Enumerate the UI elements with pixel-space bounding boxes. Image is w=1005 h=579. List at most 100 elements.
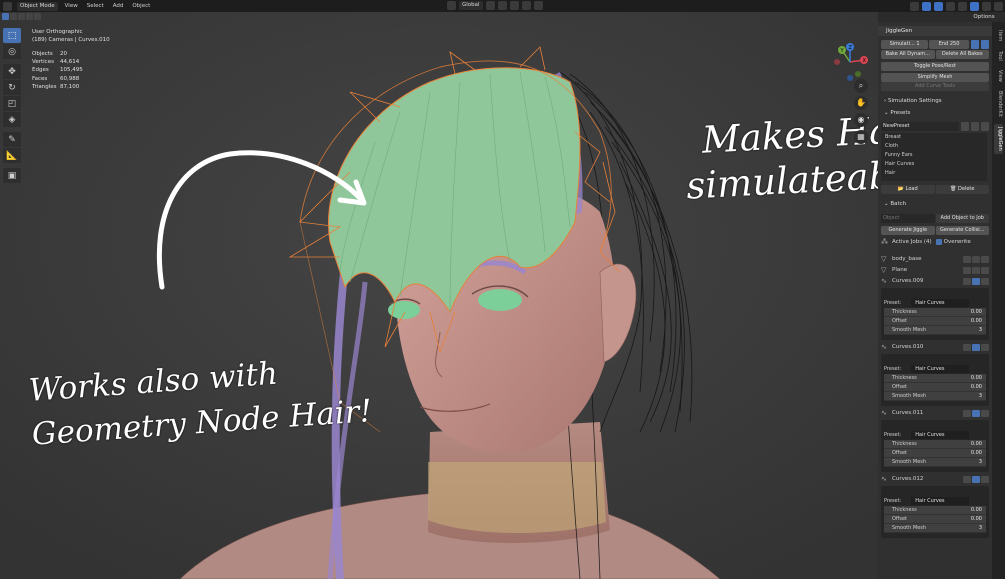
job-header-curves-010[interactable]: ∿ Curves.010 xyxy=(881,342,989,352)
close-icon[interactable] xyxy=(981,255,989,263)
expand-icon[interactable] xyxy=(972,343,980,351)
batch-header[interactable]: ⌄ Batch xyxy=(884,201,906,207)
overlay-toggle-icon[interactable] xyxy=(934,1,943,11)
bake-all-button[interactable]: Bake All Dynam... xyxy=(881,50,935,59)
visibility-icon[interactable] xyxy=(910,1,919,11)
material-shading-icon[interactable] xyxy=(982,1,991,11)
close-icon[interactable] xyxy=(981,409,989,417)
play-icon[interactable] xyxy=(972,266,980,274)
tab-tool[interactable]: Tool xyxy=(994,48,1003,64)
generate-jiggle-button[interactable]: Generate Jiggle xyxy=(881,226,935,235)
simulation-start-field[interactable]: Simulati... 1 xyxy=(881,40,929,49)
options-button[interactable]: Options xyxy=(968,12,1000,22)
eye-icon[interactable] xyxy=(963,409,971,417)
measure-icon[interactable]: 📐 xyxy=(3,148,21,163)
tab-blenderkit[interactable]: BlenderKit xyxy=(994,88,1003,120)
job-header-curves-009[interactable]: ∿ Curves.009 xyxy=(881,276,989,286)
delete-all-bakes-button[interactable]: Delete All Bakes xyxy=(935,50,989,59)
rotate-icon[interactable]: ↻ xyxy=(3,80,21,95)
select-new-icon[interactable] xyxy=(2,13,9,20)
enable-icon[interactable] xyxy=(963,266,971,274)
snap-target-icon[interactable] xyxy=(509,1,519,10)
menu-select[interactable]: Select xyxy=(85,3,106,9)
camera-icon[interactable]: ◉ xyxy=(854,113,868,127)
offset-field[interactable]: Offset 0.00 xyxy=(884,449,986,458)
camera-cache-icon[interactable] xyxy=(981,40,989,49)
list-item[interactable]: Breast xyxy=(881,133,987,142)
refresh-icon[interactable] xyxy=(961,122,969,131)
expand-icon[interactable] xyxy=(972,409,980,417)
grid-perspective-icon[interactable]: ▦ xyxy=(854,130,868,144)
expand-icon[interactable] xyxy=(972,277,980,285)
zoom-icon[interactable]: ⌕ xyxy=(854,79,868,93)
preset-select[interactable]: Hair Curves xyxy=(911,365,970,373)
overwrite-checkbox[interactable] xyxy=(935,239,942,245)
generate-collision-button[interactable]: Generate Collisi... xyxy=(935,226,989,235)
save-icon[interactable] xyxy=(981,122,989,131)
presets-list[interactable]: Breast Cloth Funny Ears Hair Curves Hair xyxy=(881,133,987,181)
offset-field[interactable]: Offset 0.00 xyxy=(884,383,986,392)
proportional-edit-icon[interactable] xyxy=(521,1,531,10)
editor-type-icon[interactable] xyxy=(3,1,12,11)
preset-select[interactable]: Hair Curves xyxy=(911,497,970,505)
toggle-pose-rest-button[interactable]: Toggle Pose/Rest xyxy=(881,62,989,71)
cursor-icon[interactable]: ◎ xyxy=(3,44,21,59)
menu-object[interactable]: Object xyxy=(130,3,152,9)
solid-shading-icon[interactable] xyxy=(970,1,979,11)
rendered-shading-icon[interactable] xyxy=(994,1,1003,11)
transform-icon[interactable]: ◈ xyxy=(3,112,21,127)
pivot-icon[interactable] xyxy=(485,1,495,10)
eye-icon[interactable] xyxy=(963,475,971,483)
add-curve-tools-button[interactable]: Add Curve Tools xyxy=(881,82,989,91)
offset-field[interactable]: Offset 0.00 xyxy=(884,317,986,326)
scale-icon[interactable]: ◰ xyxy=(3,96,21,111)
select-box-icon[interactable]: ⬚ xyxy=(3,28,21,43)
list-item[interactable]: Hair Curves xyxy=(881,160,987,169)
3d-viewport[interactable]: User Orthographic (189) Cameras | Curves… xyxy=(0,12,878,579)
menu-add[interactable]: Add xyxy=(111,3,126,9)
tab-item[interactable]: Item xyxy=(994,28,1003,44)
eye-icon[interactable] xyxy=(963,343,971,351)
select-intersect-icon[interactable] xyxy=(34,13,41,20)
smooth-mesh-field[interactable]: Smooth Mesh 3 xyxy=(884,392,986,401)
tab-view[interactable]: View xyxy=(994,68,1003,84)
job-header-curves-012[interactable]: ∿ Curves.012 xyxy=(881,474,989,484)
eye-icon[interactable] xyxy=(963,277,971,285)
job-header-curves-011[interactable]: ∿ Curves.011 xyxy=(881,408,989,418)
simulation-end-field[interactable]: End 250 xyxy=(929,40,969,49)
close-icon[interactable] xyxy=(981,343,989,351)
select-subtract-icon[interactable] xyxy=(18,13,25,20)
load-preset-button[interactable]: 📂 Load xyxy=(881,185,935,194)
play-icon[interactable] xyxy=(972,255,980,263)
add-cube-icon[interactable]: ▣ xyxy=(3,168,21,183)
close-icon[interactable] xyxy=(981,277,989,285)
orientation-icon[interactable] xyxy=(447,1,456,10)
mode-select[interactable]: Object Mode xyxy=(17,1,58,11)
preset-name-field[interactable]: NewPreset xyxy=(881,122,959,131)
list-item[interactable]: Funny Ears xyxy=(881,151,987,160)
copy-icon[interactable] xyxy=(971,122,979,131)
simplify-mesh-button[interactable]: Simplify Mesh xyxy=(881,73,989,82)
offset-field[interactable]: Offset 0.00 xyxy=(884,515,986,524)
select-invert-icon[interactable] xyxy=(26,13,33,20)
wireframe-shading-icon[interactable] xyxy=(958,1,967,11)
gizmo-toggle-icon[interactable] xyxy=(922,1,931,11)
annotate-icon[interactable]: ✎ xyxy=(3,132,21,147)
preset-select[interactable]: Hair Curves xyxy=(911,431,970,439)
delete-preset-button[interactable]: 🗑 Delete xyxy=(935,185,989,194)
thickness-field[interactable]: Thickness 0.00 xyxy=(884,374,986,383)
smooth-mesh-field[interactable]: Smooth Mesh 3 xyxy=(884,458,986,467)
cache-icon[interactable] xyxy=(971,40,979,49)
thickness-field[interactable]: Thickness 0.00 xyxy=(884,308,986,317)
close-icon[interactable] xyxy=(981,266,989,274)
close-icon[interactable] xyxy=(981,475,989,483)
transform-orientation-select[interactable]: Global xyxy=(459,1,483,10)
enable-icon[interactable] xyxy=(963,255,971,263)
preset-select[interactable]: Hair Curves xyxy=(911,299,970,307)
thickness-field[interactable]: Thickness 0.00 xyxy=(884,506,986,515)
tab-jigglegen[interactable]: JiggleGen xyxy=(994,124,1003,154)
pan-hand-icon[interactable]: ✋ xyxy=(854,96,868,110)
list-item[interactable]: Hair xyxy=(881,169,987,178)
object-row-plane[interactable]: ▽ Plane xyxy=(881,265,989,275)
select-extend-icon[interactable] xyxy=(10,13,17,20)
